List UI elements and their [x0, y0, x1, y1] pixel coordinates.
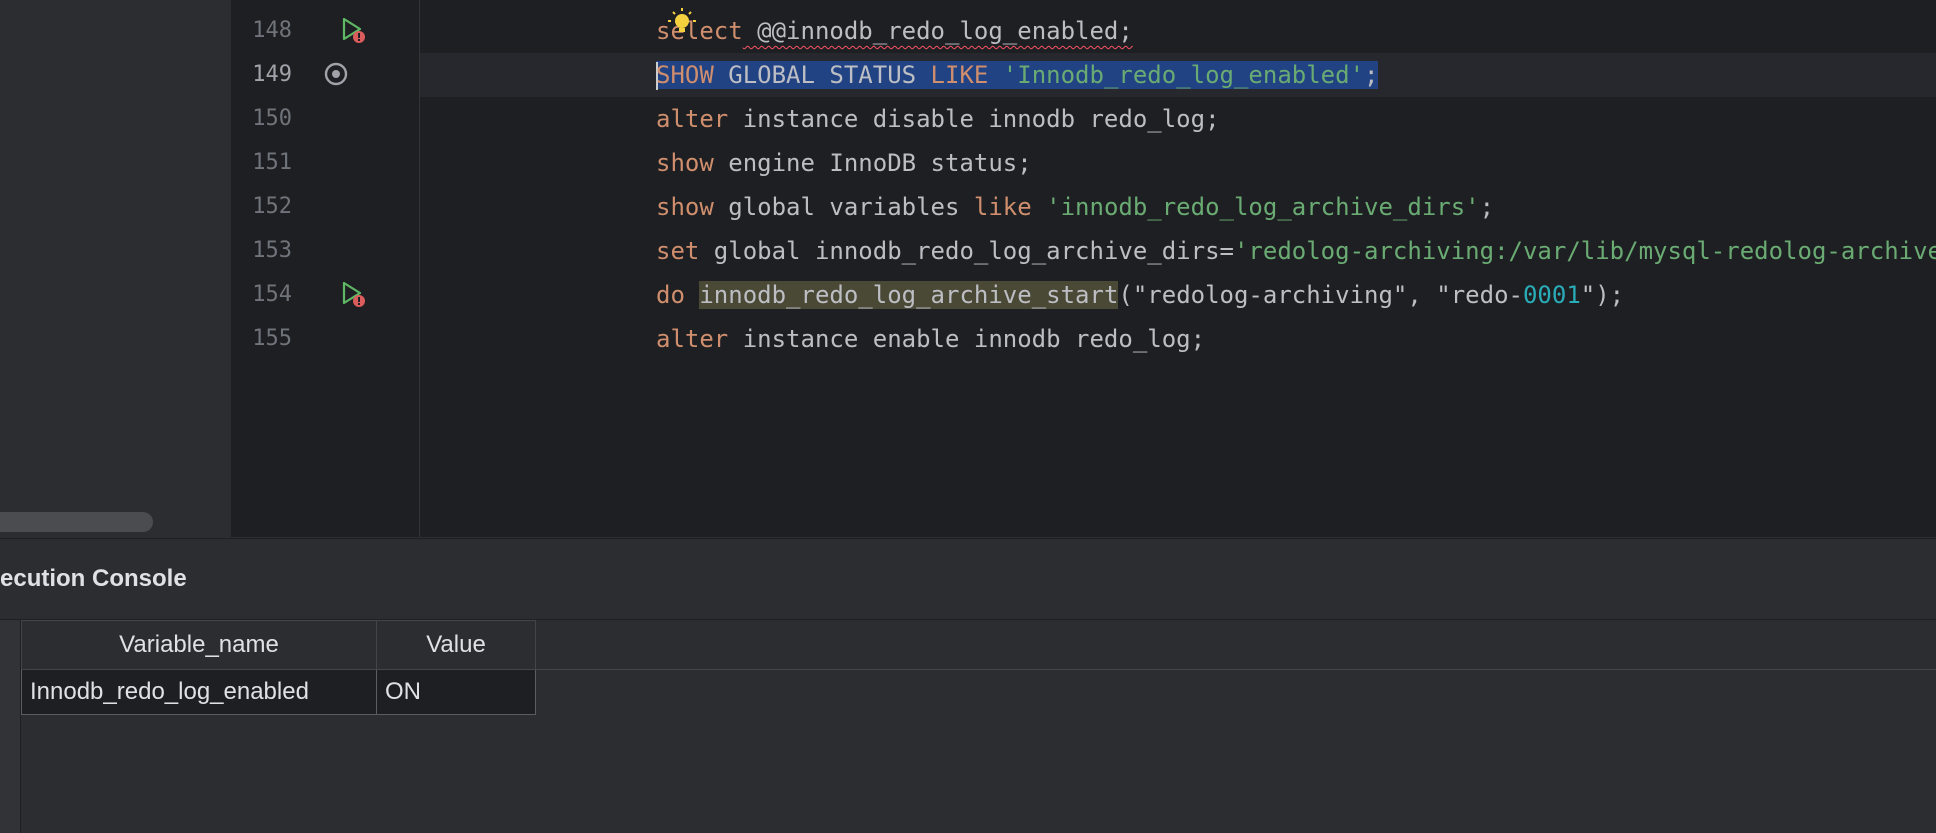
row-number-gutter[interactable] — [0, 620, 21, 833]
code-line[interactable]: show engine InnoDB status; — [420, 141, 1936, 185]
table-cell[interactable]: ON — [376, 669, 536, 715]
line-number: 150 — [252, 106, 292, 131]
console-title: ecution Console — [0, 565, 187, 592]
code-token: set — [656, 237, 700, 265]
code-line[interactable]: set global innodb_redo_log_archive_dirs=… — [420, 229, 1936, 273]
table-cell[interactable]: Innodb_redo_log_enabled — [21, 669, 377, 715]
line-number: 151 — [252, 150, 292, 175]
run-icon[interactable] — [340, 281, 366, 307]
editor-gutter: 148 149 150 151 152 153 154 155 — [232, 0, 420, 537]
function-name-highlight: innodb_redo_log_archive_start — [699, 281, 1119, 309]
code-token: show — [656, 149, 714, 177]
code-line-current[interactable]: SHOW GLOBAL STATUS LIKE 'Innodb_redo_log… — [420, 53, 1936, 97]
table-row[interactable]: Innodb_redo_log_enabled ON — [21, 669, 536, 715]
code-token: alter — [656, 105, 729, 133]
code-token: GLOBAL STATUS — [713, 61, 931, 89]
project-panel — [0, 0, 232, 537]
code-token: @@innodb_redo_log_enabled; — [742, 17, 1133, 45]
code-token: SHOW — [656, 61, 714, 89]
code-line[interactable]: show global variables like 'innodb_redo_… — [420, 185, 1936, 229]
code-token: ; — [1479, 193, 1495, 221]
divider — [536, 669, 1936, 670]
code-line[interactable]: select @@innodb_redo_log_enabled; — [420, 9, 1936, 53]
line-number: 153 — [252, 238, 292, 263]
lightbulb-icon[interactable] — [668, 8, 696, 38]
code-token: global innodb_redo_log_archive_dirs= — [699, 237, 1234, 265]
result-grid[interactable]: Variable_name Value Innodb_redo_log_enab… — [0, 620, 1936, 833]
code-token: 'redolog-archiving:/var/lib/mysql-redolo… — [1233, 237, 1936, 265]
code-line[interactable]: alter instance enable innodb redo_log; — [420, 317, 1936, 361]
run-icon[interactable] — [340, 17, 366, 43]
column-header-variable-name[interactable]: Variable_name — [21, 620, 377, 670]
code-token: LIKE — [930, 61, 989, 89]
code-token: 'innodb_redo_log_archive_dirs' — [1046, 193, 1480, 221]
code-token: instance enable innodb redo_log; — [728, 325, 1206, 353]
line-number: 152 — [252, 194, 292, 219]
execution-console: ecution Console Variable_name Value Inno… — [0, 538, 1936, 833]
line-number: 149 — [252, 62, 292, 87]
line-number: 148 — [252, 18, 292, 43]
code-token: ("redolog-archiving", "redo- — [1118, 281, 1523, 309]
code-line[interactable]: do innodb_redo_log_archive_start("redolo… — [420, 273, 1936, 317]
code-area[interactable]: select @@innodb_redo_log_enabled; SHOW G… — [420, 0, 1936, 537]
code-token: 0001 — [1522, 281, 1581, 309]
code-token: 'Innodb_redo_log_enabled' — [1002, 61, 1365, 89]
line-number: 155 — [252, 326, 292, 351]
code-token: alter — [656, 325, 729, 353]
code-line[interactable]: alter instance disable innodb redo_log; — [420, 97, 1936, 141]
line-number: 154 — [252, 282, 292, 307]
code-token: ; — [1364, 61, 1379, 89]
horizontal-scrollbar[interactable] — [0, 512, 153, 532]
column-header-value[interactable]: Value — [376, 620, 536, 670]
code-token: engine InnoDB status; — [713, 149, 1032, 177]
code-token: do — [656, 281, 685, 309]
gear-icon[interactable] — [324, 62, 348, 86]
sql-editor[interactable]: 148 149 150 151 152 153 154 155 select @… — [232, 0, 1936, 537]
result-table[interactable]: Variable_name Value Innodb_redo_log_enab… — [21, 620, 536, 715]
code-token: global variables — [713, 193, 974, 221]
code-token: like — [973, 193, 1032, 221]
code-token: "); — [1580, 281, 1625, 309]
selection: SHOW GLOBAL STATUS LIKE 'Innodb_redo_log… — [656, 61, 1379, 90]
code-token: show — [656, 193, 714, 221]
code-token: instance disable innodb redo_log; — [728, 105, 1220, 133]
